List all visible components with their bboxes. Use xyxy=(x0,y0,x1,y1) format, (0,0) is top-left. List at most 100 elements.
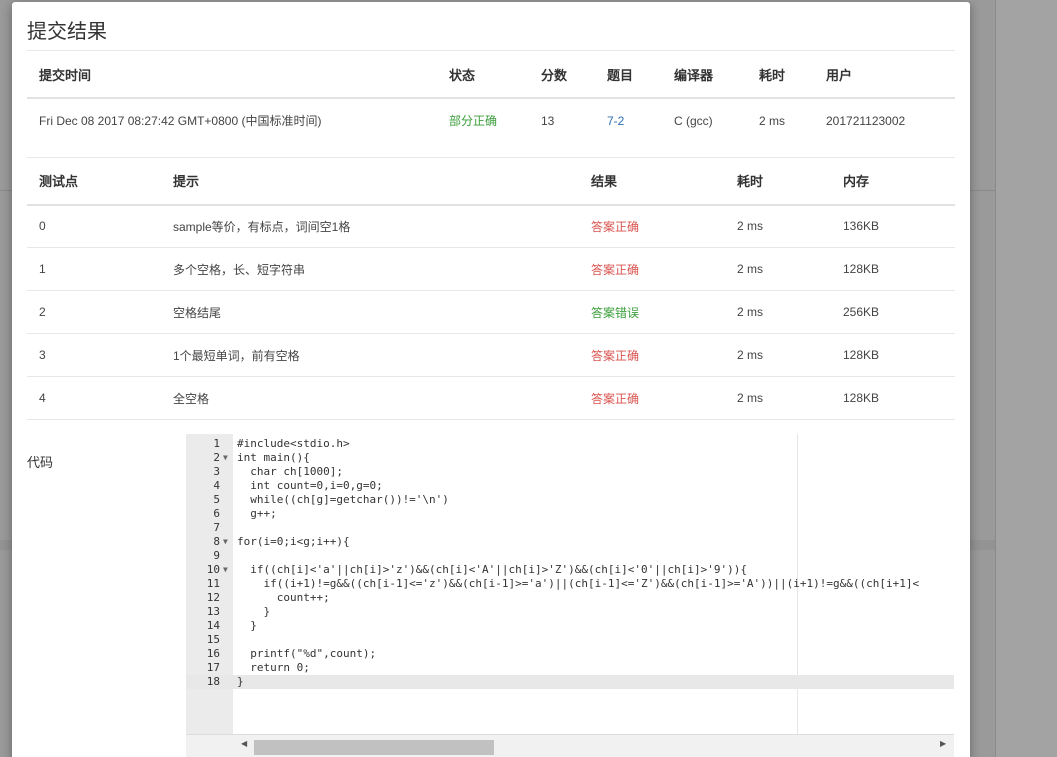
line-number: 5 xyxy=(213,493,220,506)
line-number: 1 xyxy=(213,437,220,450)
horizontal-scrollbar[interactable]: ◀ ▶ xyxy=(186,734,954,757)
code-text: } xyxy=(237,675,244,688)
header-hint: 提示 xyxy=(161,157,579,206)
table-row: 2 空格结尾 答案错误 2 ms 256KB xyxy=(27,290,955,334)
code-text: if((i+1)!=g&&((ch[i-1]<='z')&&(ch[i-1]>=… xyxy=(237,577,920,590)
code-text: int main(){ xyxy=(237,451,310,464)
code-line[interactable]: 8 ▼ for(i=0;i<g;i++){ xyxy=(186,535,954,549)
code-line[interactable]: 1 #include<stdio.h> xyxy=(186,437,954,451)
table-row: 4 全空格 答案正确 2 ms 128KB xyxy=(27,376,955,420)
test-hint: 全空格 xyxy=(161,376,579,420)
header-submit-time: 提交时间 xyxy=(27,51,437,99)
summary-header-row: 提交时间 状态 分数 题目 编译器 耗时 用户 xyxy=(27,51,955,99)
test-hint: 多个空格，长、短字符串 xyxy=(161,247,579,291)
test-duration: 2 ms xyxy=(725,333,831,377)
test-duration: 2 ms xyxy=(725,204,831,248)
submission-summary-table: 提交时间 状态 分数 题目 编译器 耗时 用户 Fri Dec 08 2017 … xyxy=(27,51,955,142)
scrollbar-thumb[interactable] xyxy=(254,740,494,755)
code-label: 代码 xyxy=(27,455,54,470)
test-result: 答案错误 xyxy=(579,290,725,334)
fold-arrow-icon[interactable]: ▼ xyxy=(223,563,228,577)
line-number: 16 xyxy=(206,647,220,660)
code-line[interactable]: 13 } xyxy=(186,605,954,619)
line-number: 2 xyxy=(213,451,220,464)
code-line[interactable]: 5 while((ch[g]=getchar())!='\n') xyxy=(186,493,954,507)
code-text: char ch[1000]; xyxy=(237,465,343,478)
code-line[interactable]: 7 xyxy=(186,521,954,535)
summary-row: Fri Dec 08 2017 08:27:42 GMT+0800 (中国标准时… xyxy=(27,98,955,142)
code-text: for(i=0;i<g;i++){ xyxy=(237,535,350,548)
header-compiler: 编译器 xyxy=(662,51,747,99)
dialog-title: 提交结果 xyxy=(27,21,107,43)
scroll-right-icon[interactable]: ▶ xyxy=(940,739,946,748)
code-text: #include<stdio.h> xyxy=(237,437,350,450)
test-id: 1 xyxy=(27,247,161,291)
code-line[interactable]: 11 if((i+1)!=g&&((ch[i-1]<='z')&&(ch[i-1… xyxy=(186,577,954,591)
test-memory: 128KB xyxy=(831,333,955,377)
code-text: if((ch[i]<'a'||ch[i]>'z')&&(ch[i]<'A'||c… xyxy=(237,563,747,576)
code-line[interactable]: 9 xyxy=(186,549,954,563)
code-line[interactable]: 6 g++; xyxy=(186,507,954,521)
fold-arrow-icon[interactable]: ▼ xyxy=(223,451,228,465)
tests-header-row: 测试点 提示 结果 耗时 内存 xyxy=(27,157,955,206)
line-number: 15 xyxy=(206,633,220,646)
code-line[interactable]: 10 ▼ if((ch[i]<'a'||ch[i]>'z')&&(ch[i]<'A… xyxy=(186,563,954,577)
line-number: 12 xyxy=(206,591,220,604)
code-text: count++; xyxy=(237,591,330,604)
line-number: 14 xyxy=(206,619,220,632)
line-number: 6 xyxy=(213,507,220,520)
problem-link[interactable]: 7-2 xyxy=(595,98,662,142)
header-test-duration: 耗时 xyxy=(725,157,831,206)
test-duration: 2 ms xyxy=(725,376,831,420)
test-id: 2 xyxy=(27,290,161,334)
status-badge: 部分正确 xyxy=(449,114,498,128)
test-id: 3 xyxy=(27,333,161,377)
scroll-left-icon[interactable]: ◀ xyxy=(241,739,247,748)
submit-time: Fri Dec 08 2017 08:27:42 GMT+0800 (中国标准时… xyxy=(39,114,322,128)
table-row: 3 1个最短单词，前有空格 答案正确 2 ms 128KB xyxy=(27,333,955,377)
line-number: 9 xyxy=(213,549,220,562)
background-divider xyxy=(970,190,995,191)
header-duration: 耗时 xyxy=(747,51,814,99)
table-row: 0 sample等价，有标点，词间空1格 答案正确 2 ms 136KB xyxy=(27,204,955,248)
line-number: 8 xyxy=(213,535,220,548)
background-scrollbar-strip xyxy=(995,0,1057,757)
code-line[interactable]: 12 count++; xyxy=(186,591,954,605)
line-number: 11 xyxy=(206,577,220,590)
test-hint: 空格结尾 xyxy=(161,290,579,334)
code-line[interactable]: 17 return 0; xyxy=(186,661,954,675)
code-text: while((ch[g]=getchar())!='\n') xyxy=(237,493,449,506)
test-result: 答案正确 xyxy=(579,247,725,291)
fold-arrow-icon[interactable]: ▼ xyxy=(223,535,228,549)
test-id: 0 xyxy=(27,204,161,248)
header-test-point: 测试点 xyxy=(27,157,161,206)
test-memory: 256KB xyxy=(831,290,955,334)
background-divider xyxy=(0,190,12,191)
header-status: 状态 xyxy=(437,51,529,99)
background-divider xyxy=(0,540,12,550)
test-cases-table: 测试点 提示 结果 耗时 内存 0 sample等价，有标点，词间空1格 答案正… xyxy=(27,157,955,420)
code-line[interactable]: 15 xyxy=(186,633,954,647)
code-line[interactable]: 2 ▼ int main(){ xyxy=(186,451,954,465)
header-result: 结果 xyxy=(579,157,725,206)
code-editor[interactable]: ◀ ▶ 1 #include<stdio.h> 2 ▼ int main(){3 cha… xyxy=(186,434,954,757)
line-number: 10 xyxy=(206,563,220,576)
test-hint: 1个最短单词，前有空格 xyxy=(161,333,579,377)
test-hint: sample等价，有标点，词间空1格 xyxy=(161,204,579,248)
test-duration: 2 ms xyxy=(725,247,831,291)
test-result: 答案正确 xyxy=(579,376,725,420)
code-line[interactable]: 3 char ch[1000]; xyxy=(186,465,954,479)
code-line[interactable]: 18} xyxy=(186,675,954,689)
background-divider xyxy=(970,540,995,550)
test-memory: 128KB xyxy=(831,247,955,291)
test-result: 答案正确 xyxy=(579,333,725,377)
code-line[interactable]: 4 int count=0,i=0,g=0; xyxy=(186,479,954,493)
line-number: 18 xyxy=(206,675,220,688)
code-line[interactable]: 14 } xyxy=(186,619,954,633)
code-line[interactable]: 16 printf("%d",count); xyxy=(186,647,954,661)
user-value: 201721123002 xyxy=(826,113,906,128)
line-number: 4 xyxy=(213,479,220,492)
code-text: return 0; xyxy=(237,661,310,674)
line-number: 17 xyxy=(206,661,220,674)
line-number: 7 xyxy=(213,521,220,534)
